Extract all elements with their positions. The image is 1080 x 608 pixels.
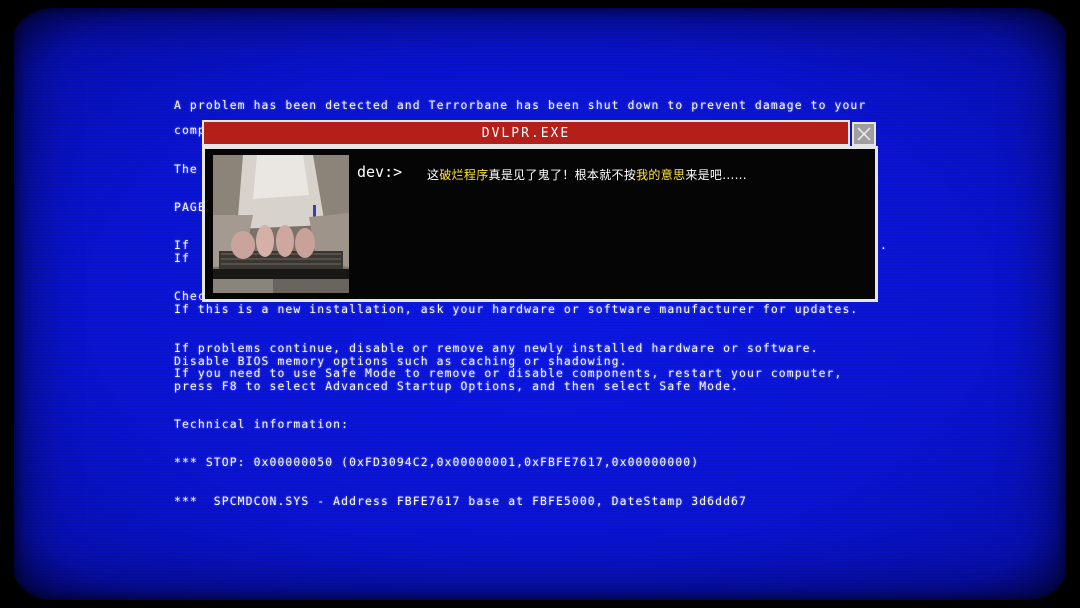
bsod-line-12: Technical information: bbox=[174, 417, 350, 431]
dialogue-window: DVLPR.EXE dev:> 这破烂程序真是见了鬼了！根本就不按我的意思来是吧… bbox=[202, 120, 878, 302]
message-part-1: 这 bbox=[427, 168, 440, 182]
message-highlight-2: 我的意思 bbox=[636, 168, 686, 182]
typing-hands-image bbox=[213, 155, 349, 293]
game-screen: A problem has been detected and Terrorba… bbox=[0, 0, 1080, 608]
bsod-line-1: A problem has been detected and Terrorba… bbox=[174, 98, 867, 112]
bsod-line-11: press F8 to select Advanced Startup Opti… bbox=[174, 379, 739, 393]
message-part-3: 来是吧...... bbox=[685, 168, 747, 182]
dialogue-message: 这破烂程序真是见了鬼了！根本就不按我的意思来是吧...... bbox=[427, 166, 747, 183]
dialog-body: dev:> 这破烂程序真是见了鬼了！根本就不按我的意思来是吧...... bbox=[202, 146, 878, 302]
close-icon bbox=[857, 127, 871, 141]
bsod-line-13: *** STOP: 0x00000050 (0xFD3094C2,0x00000… bbox=[174, 455, 700, 469]
message-highlight-1: 破烂程序 bbox=[439, 168, 489, 182]
bsod-line-14: *** SPCMDCON.SYS - Address FBFE7617 base… bbox=[174, 494, 747, 508]
developer-portrait bbox=[213, 155, 349, 293]
close-button[interactable] bbox=[852, 122, 876, 146]
bsod-line-5b: If bbox=[174, 251, 190, 265]
bsod-line-3: The bbox=[174, 162, 198, 176]
dialog-titlebar: DVLPR.EXE bbox=[202, 120, 850, 146]
crt-blue-screen: A problem has been detected and Terrorba… bbox=[14, 8, 1066, 600]
bsod-line-7: If this is a new installation, ask your … bbox=[174, 302, 859, 316]
dev-prompt: dev:> bbox=[357, 163, 403, 181]
bsod-line-5-tail: . bbox=[880, 238, 888, 252]
message-part-2: 真是见了鬼了！根本就不按 bbox=[488, 168, 637, 182]
dialog-title: DVLPR.EXE bbox=[481, 126, 571, 141]
